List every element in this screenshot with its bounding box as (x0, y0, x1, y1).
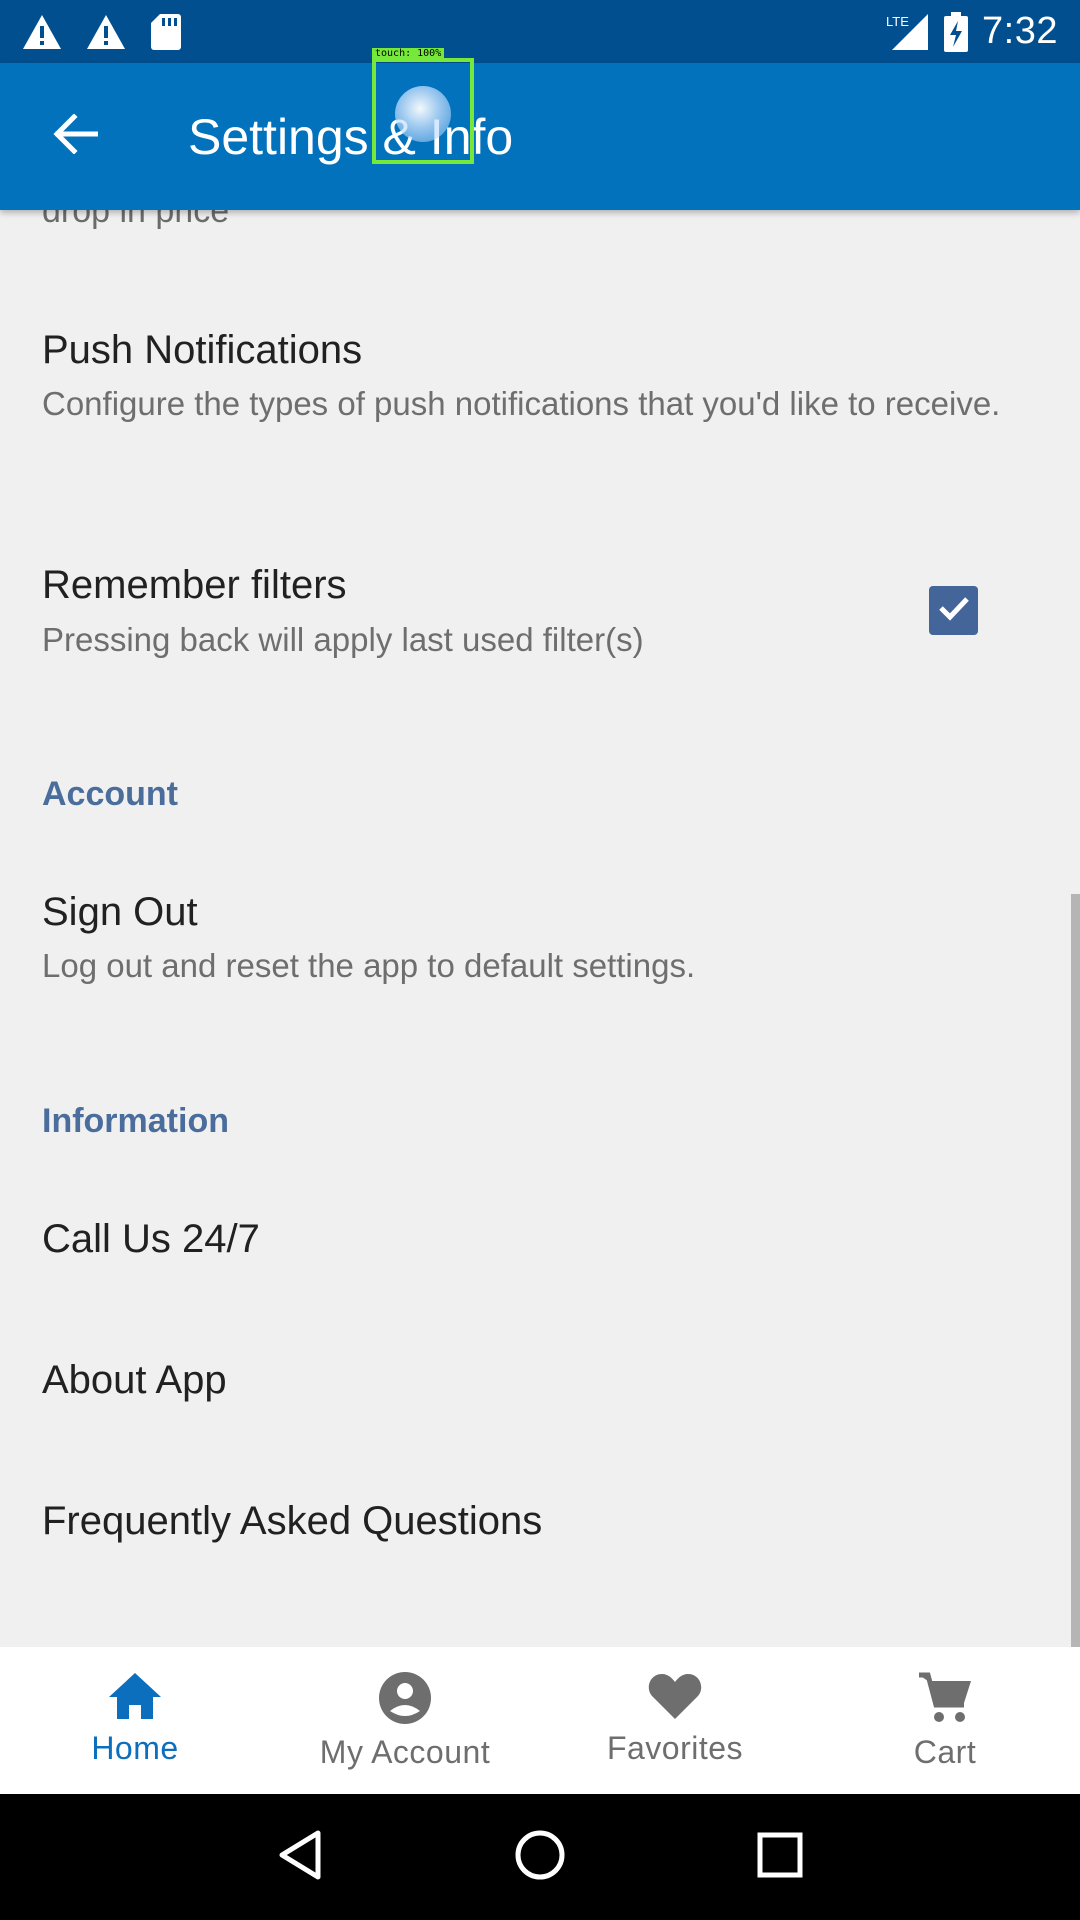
account-circle-icon (378, 1671, 432, 1730)
remember-filters-title: Remember filters (42, 563, 347, 607)
warning-icon (22, 14, 62, 50)
push-notifications-title: Push Notifications (42, 328, 363, 372)
settings-list[interactable]: drop in price Push Notifications Configu… (0, 210, 1080, 1647)
battery-charging-icon (944, 11, 969, 52)
nav-my-account[interactable]: My Account (270, 1647, 540, 1794)
cart-icon (917, 1671, 973, 1730)
sd-card-icon (150, 13, 182, 51)
status-system: LTE 7:32 (886, 10, 1058, 53)
circle-home-icon (514, 1829, 566, 1886)
sign-out-title: Sign Out (42, 890, 198, 934)
nav-cart[interactable]: Cart (810, 1647, 1080, 1794)
back-button[interactable] (0, 63, 150, 210)
warning-icon (86, 14, 126, 50)
system-navigation-bar (0, 1794, 1080, 1920)
about-app-item[interactable]: About App (42, 1358, 227, 1403)
touch-indicator-label: touch: 100% (372, 48, 445, 60)
touch-indicator-box (372, 58, 474, 164)
system-recents-button[interactable] (750, 1827, 810, 1887)
nav-favorites-label: Favorites (606, 1730, 744, 1766)
nav-favorites[interactable]: Favorites (540, 1647, 810, 1794)
checkmark-icon (937, 593, 971, 628)
remember-filters-checkbox[interactable] (929, 586, 978, 635)
bottom-navigation: Home My Account Favorites Cart (0, 1647, 1080, 1794)
information-section-header: Information (42, 1102, 229, 1140)
signal-icon: LTE (886, 12, 930, 52)
faq-item[interactable]: Frequently Asked Questions (42, 1499, 542, 1544)
nav-cart-label: Cart (913, 1734, 977, 1770)
home-icon (107, 1671, 163, 1726)
system-home-button[interactable] (510, 1827, 570, 1887)
status-time: 7:32 (982, 10, 1058, 52)
scrollbar[interactable] (1071, 894, 1080, 1647)
status-bar: LTE 7:32 (0, 0, 1080, 63)
status-notifications (22, 13, 182, 51)
nav-home-label: Home (91, 1730, 179, 1766)
network-type-label: LTE (886, 14, 909, 29)
app-bar: Settings & Info (0, 63, 1080, 210)
system-back-button[interactable] (270, 1827, 330, 1887)
remember-filters-summary: Pressing back will apply last used filte… (42, 621, 644, 658)
heart-icon (647, 1671, 703, 1726)
nav-home[interactable]: Home (0, 1647, 270, 1794)
square-recents-icon (756, 1831, 804, 1884)
price-drop-summary-partial: drop in price (42, 210, 230, 230)
arrow-back-icon (52, 113, 99, 159)
push-notifications-summary: Configure the types of push notification… (42, 385, 1001, 422)
nav-my-account-label: My Account (319, 1734, 491, 1770)
sign-out-summary: Log out and reset the app to default set… (42, 947, 696, 984)
call-us-item[interactable]: Call Us 24/7 (42, 1217, 260, 1262)
account-section-header: Account (42, 775, 178, 813)
triangle-back-icon (276, 1829, 324, 1886)
